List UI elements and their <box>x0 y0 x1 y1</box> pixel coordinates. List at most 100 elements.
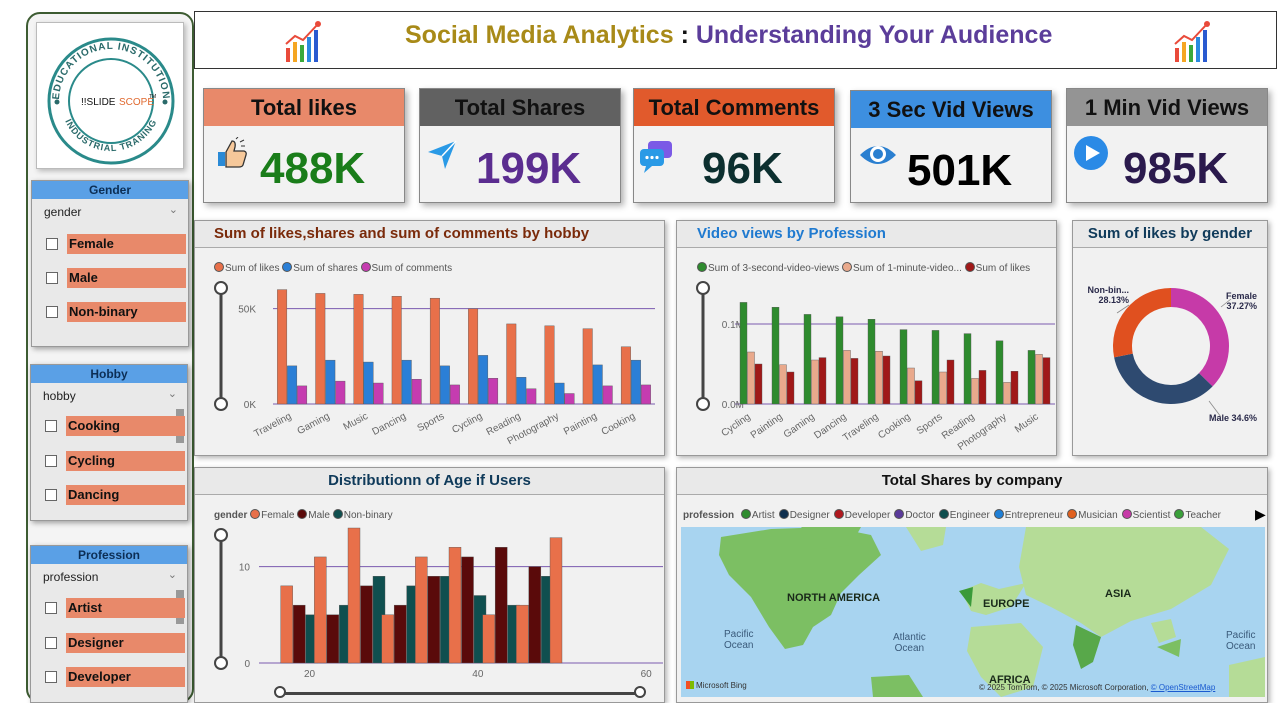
bar <box>461 556 474 664</box>
bar <box>620 346 631 405</box>
slicer-item-developer[interactable]: Developer <box>45 667 187 687</box>
profession-slicer-title: Profession <box>31 546 187 564</box>
legend-dot <box>1067 509 1078 519</box>
chevron-down-icon: ⌄ <box>168 204 178 216</box>
eye-icon <box>860 146 896 164</box>
logo-tm: TM <box>149 94 156 100</box>
bar <box>946 359 955 405</box>
hobby-chart-panel: Sum of likes,shares and sum of comments … <box>194 220 665 456</box>
x-tick-label: Gaming <box>782 411 817 440</box>
svg-text:EDUCATIONAL INSTITUTION: EDUCATIONAL INSTITUTION <box>51 41 171 100</box>
slicer-item-male[interactable]: Male <box>46 268 188 288</box>
map-label-north-america: NORTH AMERICA <box>787 592 881 604</box>
slicer-item-female[interactable]: Female <box>46 234 188 254</box>
slicer-item-label: Cooking <box>66 416 185 436</box>
legend-next-icon[interactable]: ▶ <box>1255 506 1266 523</box>
legend-label: Teacher <box>1185 510 1222 521</box>
slicer-item-designer[interactable]: Designer <box>45 633 187 653</box>
osm-link[interactable]: © OpenStreetMap <box>1151 683 1216 692</box>
y-tick-label: 50K <box>238 305 256 316</box>
kpi-value: 96K <box>702 144 783 193</box>
bar <box>582 328 593 405</box>
bar <box>353 294 364 405</box>
y-tick-label: 0K <box>244 400 257 411</box>
map-copyright: © 2025 TomTom, © 2025 Microsoft Corporat… <box>979 683 1215 692</box>
checkbox[interactable] <box>45 637 57 649</box>
age-range-slider[interactable] <box>274 686 646 698</box>
bar <box>554 382 565 405</box>
analytics-chart-icon <box>285 21 321 62</box>
map-label-atlantic-ocean: Atlantic Ocean <box>893 632 926 654</box>
map-label-pacific-ocean: Pacific Ocean <box>724 629 754 651</box>
slider-handle-bottom[interactable] <box>696 397 710 411</box>
checkbox[interactable] <box>45 489 57 501</box>
slicer-item-cycling[interactable]: Cycling <box>45 451 187 471</box>
kpi-title: Total Shares <box>420 89 620 126</box>
bar <box>526 388 537 405</box>
slider-handle-top[interactable] <box>214 281 228 295</box>
x-tick-label: Traveling <box>841 411 881 443</box>
checkbox[interactable] <box>45 455 57 467</box>
profession-dropdown[interactable]: profession ⌄ <box>31 564 187 588</box>
chevron-down-icon: ⌄ <box>167 569 177 581</box>
x-tick-label: Gaming <box>296 411 332 437</box>
institution-logo: EDUCATIONAL INSTITUTION INDUSTRIAL TRANI… <box>36 22 184 169</box>
x-tick-label: Dancing <box>371 411 409 438</box>
legend-label: Engineer <box>949 510 990 521</box>
bar <box>931 330 940 405</box>
bar <box>439 365 450 405</box>
checkbox[interactable] <box>45 671 57 683</box>
chat-icon <box>640 141 672 173</box>
logo-brand-a: !!SLIDE <box>81 97 116 108</box>
slider-handle-end[interactable] <box>634 686 646 698</box>
checkbox[interactable] <box>46 306 58 318</box>
bar <box>314 556 327 664</box>
bar <box>482 614 495 664</box>
slicer-item-artist[interactable]: Artist <box>45 598 187 618</box>
slider-handle-bottom[interactable] <box>214 656 228 670</box>
x-tick-label: Cooking <box>876 411 912 441</box>
bar <box>786 371 795 405</box>
bar <box>516 377 527 405</box>
bar <box>468 308 479 405</box>
slicer-item-label: Dancing <box>66 485 185 505</box>
gender-dropdown[interactable]: gender ⌄ <box>32 199 188 223</box>
slicer-item-cooking[interactable]: Cooking <box>45 416 187 436</box>
donut-label-value: 28.13% <box>1098 295 1129 305</box>
slider-handle-top[interactable] <box>696 281 710 295</box>
send-icon <box>428 140 457 169</box>
y-tick-label: 0 <box>244 659 250 670</box>
legend-dot <box>894 509 905 519</box>
bar <box>995 340 1004 405</box>
play-icon <box>1074 136 1108 170</box>
bar <box>640 384 651 405</box>
donut-slice <box>1114 353 1213 404</box>
bar <box>771 306 780 405</box>
gender-slicer: Gender gender ⌄ Female Male Non-binary <box>31 180 189 347</box>
hobby-dropdown[interactable]: hobby ⌄ <box>31 383 187 407</box>
legend-label: Designer <box>789 510 830 521</box>
checkbox[interactable] <box>46 238 58 250</box>
slider-handle-top[interactable] <box>214 528 228 542</box>
bar <box>843 350 851 405</box>
thumbs-up-icon <box>218 137 247 168</box>
bar <box>739 302 748 405</box>
hobby-bar-chart: 0K 50K Traveling Gaming Music Dancing Sports Cy… <box>214 281 655 447</box>
slicer-item-dancing[interactable]: Dancing <box>45 485 187 505</box>
bar <box>1003 382 1011 405</box>
checkbox[interactable] <box>45 420 57 432</box>
x-tick-label: 40 <box>472 669 484 680</box>
world-map[interactable]: NORTH AMERICA EUROPE ASIA AFRICA Pacific… <box>681 527 1265 697</box>
bar <box>448 547 462 664</box>
checkbox[interactable] <box>45 602 57 614</box>
slicer-item-non-binary[interactable]: Non-binary <box>46 302 188 322</box>
slider-handle-start[interactable] <box>274 686 286 698</box>
slider-handle-bottom[interactable] <box>214 397 228 411</box>
map-label-europe: EUROPE <box>983 598 1030 610</box>
bar <box>779 364 787 405</box>
logo-seal: EDUCATIONAL INSTITUTION INDUSTRIAL TRANI… <box>47 37 175 165</box>
checkbox[interactable] <box>46 272 58 284</box>
bar <box>363 361 374 405</box>
slicer-item-label: Developer <box>66 667 185 687</box>
bar <box>549 537 563 664</box>
